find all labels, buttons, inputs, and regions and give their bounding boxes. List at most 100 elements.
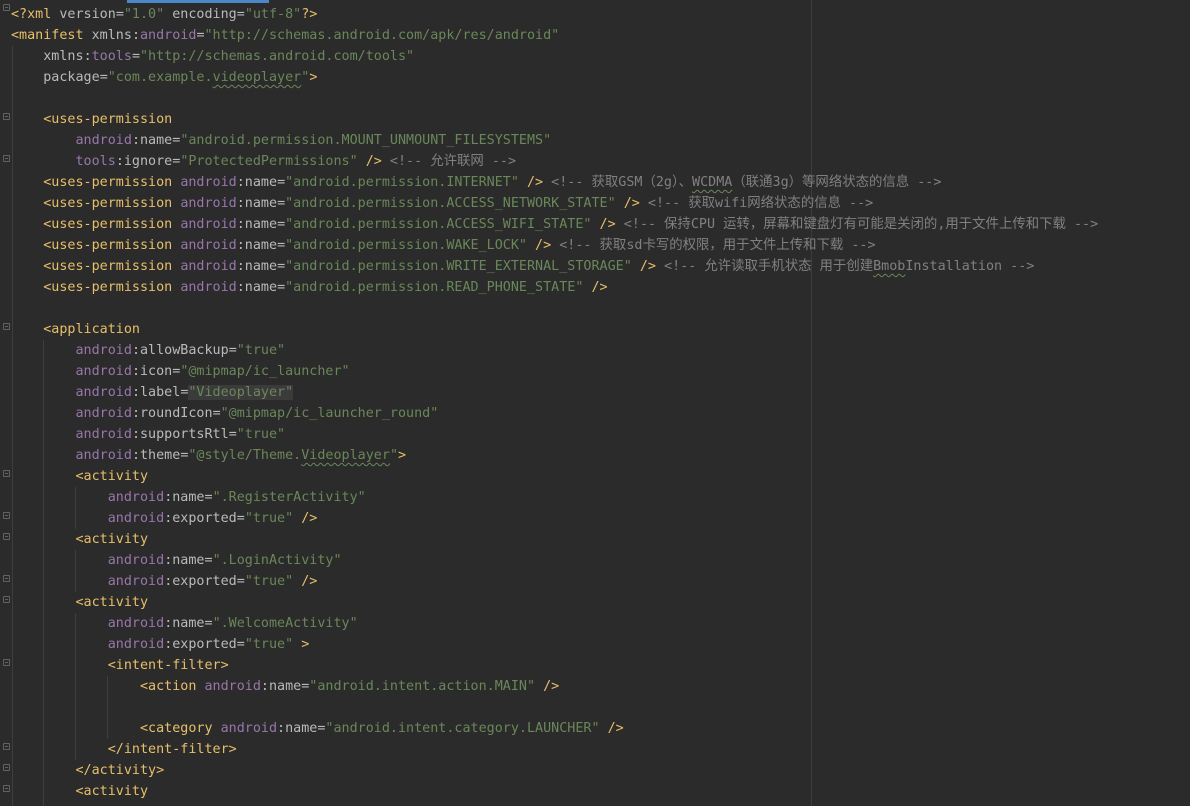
code-token: "true": [244, 637, 294, 652]
code-token: Installation -->: [905, 259, 1035, 274]
code-line[interactable]: android:theme="@style/Theme.Videoplayer"…: [11, 445, 1098, 466]
code-token: >: [301, 637, 310, 652]
code-token: "utf-8": [244, 7, 302, 22]
code-line[interactable]: <uses-permission android:name="android.p…: [11, 193, 1098, 214]
code-token: android: [140, 28, 197, 43]
code-line[interactable]: <action android:name="android.intent.act…: [11, 676, 1098, 697]
fold-marker-icon[interactable]: [3, 785, 10, 792]
code-line[interactable]: android:exported="true" >: [11, 634, 1098, 655]
code-token: :exported: [164, 637, 237, 652]
code-line[interactable]: android:name=".LoginActivity": [11, 550, 1098, 571]
fold-marker-icon[interactable]: [3, 764, 10, 771]
code-token: tools: [91, 49, 132, 64]
code-line[interactable]: package="com.example.videoplayer">: [11, 67, 1098, 88]
fold-marker-icon[interactable]: [3, 323, 10, 330]
code-line[interactable]: android:roundIcon="@mipmap/ic_launcher_r…: [11, 403, 1098, 424]
code-line[interactable]: <activity: [11, 781, 1098, 802]
code-token: >: [398, 448, 407, 463]
code-token: :name: [260, 679, 302, 694]
code-line[interactable]: android:icon="@mipmap/ic_launcher": [11, 361, 1098, 382]
code-token: android: [11, 343, 132, 358]
code-token: <intent-filter>: [11, 658, 229, 673]
code-line[interactable]: xmlns:tools="http://schemas.android.com/…: [11, 46, 1098, 67]
code-line[interactable]: <activity: [11, 466, 1098, 487]
code-token: :name: [164, 616, 205, 631]
code-token: :icon: [131, 364, 173, 379]
code-line[interactable]: <application: [11, 319, 1098, 340]
code-token: =: [212, 406, 221, 421]
code-token: "android.intent.category.LAUNCHER": [325, 721, 600, 736]
code-token: "@mipmap/ic_launcher_round": [220, 406, 439, 421]
code-line[interactable]: <uses-permission: [11, 109, 1098, 130]
code-token: "android.permission.WRITE_EXTERNAL_STORA…: [285, 259, 632, 274]
code-line[interactable]: <?xml version="1.0" encoding="utf-8"?>: [11, 4, 1098, 25]
code-line[interactable]: <category android:name="android.intent.c…: [11, 718, 1098, 739]
code-line[interactable]: </activity>: [11, 760, 1098, 781]
code-token: <activity: [11, 784, 149, 799]
code-line[interactable]: [11, 697, 1098, 718]
fold-marker-icon[interactable]: [3, 533, 10, 540]
code-line[interactable]: [11, 298, 1098, 319]
code-token: =: [99, 70, 108, 85]
code-token: "android.permission.ACCESS_WIFI_STATE": [285, 217, 592, 232]
fold-marker-icon[interactable]: [3, 575, 10, 582]
code-line[interactable]: <uses-permission android:name="android.p…: [11, 172, 1098, 193]
code-line[interactable]: <intent-filter>: [11, 655, 1098, 676]
code-token: :exported: [164, 574, 237, 589]
code-line[interactable]: <activity: [11, 529, 1098, 550]
code-token: version: [59, 7, 116, 22]
code-line[interactable]: </intent-filter>: [11, 739, 1098, 760]
code-line[interactable]: android:label="Videoplayer": [11, 382, 1098, 403]
code-line[interactable]: android:exported="true" />: [11, 571, 1098, 592]
code-line[interactable]: android:supportsRtl="true": [11, 424, 1098, 445]
code-token: videoplayer: [212, 70, 302, 85]
code-token: />: [301, 511, 318, 526]
code-line[interactable]: android:name="android.permission.MOUNT_U…: [11, 130, 1098, 151]
code-token: "Videoplayer": [188, 385, 294, 400]
code-area[interactable]: <?xml version="1.0" encoding="utf-8"?> <m…: [11, 4, 1098, 802]
code-editor[interactable]: <?xml version="1.0" encoding="utf-8"?> <m…: [0, 0, 1190, 806]
fold-marker-icon[interactable]: [3, 113, 10, 120]
fold-marker-icon[interactable]: [3, 155, 10, 162]
code-token: <activity: [11, 469, 149, 484]
fold-marker-icon[interactable]: [3, 4, 10, 11]
code-token: :roundIcon: [131, 406, 213, 421]
fold-marker-icon[interactable]: [3, 743, 10, 750]
code-token: android: [11, 133, 132, 148]
code-line[interactable]: <uses-permission android:name="android.p…: [11, 256, 1098, 277]
code-token: "android.permission.MOUNT_UNMOUNT_FILESY…: [180, 133, 552, 148]
code-token: "true": [244, 511, 294, 526]
code-token: />: [607, 721, 624, 736]
code-token: =: [277, 259, 286, 274]
code-token: =: [228, 343, 237, 358]
code-token: android: [11, 574, 165, 589]
code-token: "@mipmap/ic_launcher": [180, 364, 350, 379]
code-line[interactable]: [11, 88, 1098, 109]
code-line[interactable]: <activity: [11, 592, 1098, 613]
code-token: android: [180, 217, 237, 232]
code-line[interactable]: android:exported="true" />: [11, 508, 1098, 529]
code-token: android: [11, 616, 165, 631]
code-line[interactable]: tools:ignore="ProtectedPermissions" /> <…: [11, 151, 1098, 172]
code-token: android: [11, 553, 165, 568]
code-line[interactable]: <uses-permission android:name="android.p…: [11, 277, 1098, 298]
code-line[interactable]: android:allowBackup="true": [11, 340, 1098, 361]
fold-marker-icon[interactable]: [3, 512, 10, 519]
code-token: =: [277, 196, 286, 211]
code-line[interactable]: android:name=".RegisterActivity": [11, 487, 1098, 508]
code-line[interactable]: <uses-permission android:name="android.p…: [11, 235, 1098, 256]
code-line[interactable]: <manifest xmlns:android="http://schemas.…: [11, 25, 1098, 46]
fold-marker-icon[interactable]: [3, 596, 10, 603]
fold-marker-icon[interactable]: [3, 470, 10, 477]
code-line[interactable]: android:name=".WelcomeActivity": [11, 613, 1098, 634]
code-token: <activity: [11, 595, 149, 610]
code-token: =: [228, 427, 237, 442]
code-token: "true": [236, 427, 286, 442]
fold-marker-icon[interactable]: [3, 659, 10, 666]
code-line[interactable]: <uses-permission android:name="android.p…: [11, 214, 1098, 235]
code-token: :label: [131, 385, 181, 400]
code-token: android: [11, 364, 132, 379]
code-token: />: [591, 280, 608, 295]
